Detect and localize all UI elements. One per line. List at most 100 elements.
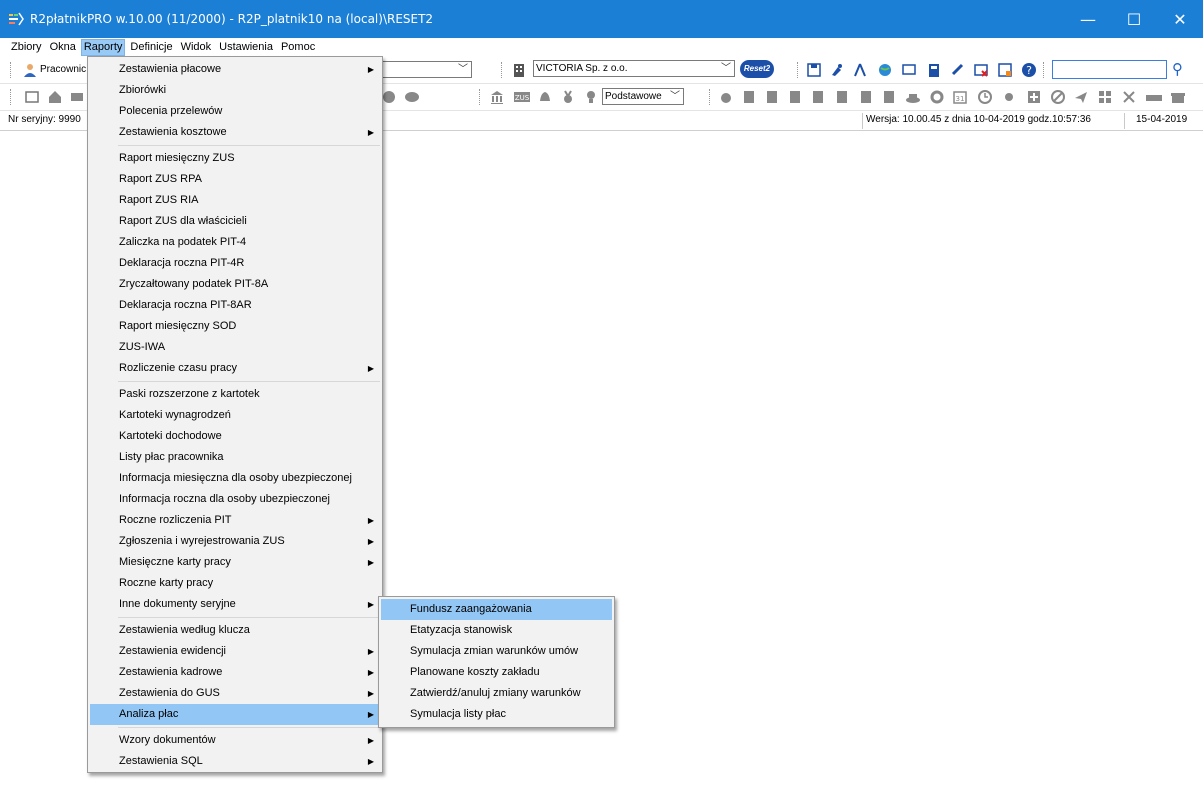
raporty-menu-item[interactable]: Zaliczka na podatek PIT-4 [90, 232, 380, 253]
badge-icon[interactable] [381, 89, 397, 105]
raporty-menu-item[interactable]: Zbiorówki [90, 80, 380, 101]
grid-icon[interactable] [1097, 89, 1113, 105]
raporty-menu-item[interactable]: Polecenia przelewów [90, 101, 380, 122]
help-icon[interactable]: ? [1021, 62, 1037, 78]
raporty-menu-item[interactable]: Zestawienia kadrowe ▶ [90, 662, 380, 683]
analiza-submenu-item[interactable]: Etatyzacja stanowisk [381, 620, 612, 641]
table-icon[interactable] [997, 62, 1013, 78]
analiza-submenu-item[interactable]: Symulacja zmian warunków umów [381, 641, 612, 662]
raporty-menu-item[interactable]: Roczne karty pracy [90, 573, 380, 594]
report-e-icon[interactable] [834, 89, 850, 105]
reset-logo[interactable]: Reset2 [740, 60, 774, 78]
compass-icon[interactable] [852, 62, 868, 78]
raporty-menu-item[interactable]: Informacja roczna dla osoby ubezpieczone… [90, 489, 380, 510]
toolbar-grip-3[interactable] [797, 62, 800, 78]
gift-icon[interactable] [1170, 89, 1186, 105]
home-icon[interactable] [47, 89, 63, 105]
sun-icon[interactable] [1001, 89, 1017, 105]
analiza-submenu-item[interactable]: Planowane koszty zakładu [381, 662, 612, 683]
raporty-menu-item[interactable]: Roczne rozliczenia PIT ▶ [90, 510, 380, 531]
connect-icon[interactable] [950, 62, 966, 78]
maximize-button[interactable]: ☐ [1111, 0, 1157, 38]
raporty-menu-item[interactable]: Zryczałtowany podatek PIT-8A [90, 274, 380, 295]
forbidden-icon[interactable] [1050, 89, 1066, 105]
raporty-menu-item[interactable]: Raport ZUS RIA [90, 190, 380, 211]
tools-icon[interactable] [829, 62, 845, 78]
raporty-menu-item[interactable]: Inne dokumenty seryjne ▶ [90, 594, 380, 615]
raporty-menu-item[interactable]: Zestawienia SQL ▶ [90, 751, 380, 772]
raporty-menu-item[interactable]: Raport miesięczny SOD [90, 316, 380, 337]
analiza-submenu-item[interactable]: Symulacja listy płac [381, 704, 612, 725]
report-d-icon[interactable] [810, 89, 826, 105]
message-icon[interactable] [901, 62, 917, 78]
scissors-icon[interactable] [1121, 89, 1137, 105]
employee-label[interactable]: Pracownic [40, 64, 86, 75]
plane-icon[interactable] [1073, 89, 1089, 105]
save-icon[interactable] [806, 62, 822, 78]
bank-icon[interactable] [489, 89, 505, 105]
raporty-menu-item[interactable]: Deklaracja roczna PIT-8AR [90, 295, 380, 316]
delete-window-icon[interactable] [973, 62, 989, 78]
close-button[interactable]: ✕ [1157, 0, 1203, 38]
menu-widok[interactable]: Widok [178, 39, 215, 56]
menu-pomoc[interactable]: Pomoc [278, 39, 318, 56]
raporty-menu-item[interactable]: Zestawienia według klucza [90, 620, 380, 641]
profile-combo[interactable]: Podstawowe ﹀ [602, 88, 684, 105]
menu-ustawienia[interactable]: Ustawienia [216, 39, 276, 56]
menu-zbiory[interactable]: Zbiory [8, 39, 45, 56]
toolbar-grip-2[interactable] [501, 62, 504, 78]
raporty-menu-item[interactable]: Zestawienia płacowe ▶ [90, 59, 380, 80]
calendar-icon[interactable]: 31 [952, 89, 968, 105]
calculator-icon[interactable] [926, 62, 942, 78]
analiza-submenu-item[interactable]: Fundusz zaangażowania [381, 599, 612, 620]
card-icon[interactable] [24, 89, 40, 105]
minimize-button[interactable]: — [1065, 0, 1111, 38]
coin-icon[interactable] [404, 89, 420, 105]
toolbar-grip-4[interactable] [1043, 62, 1046, 78]
raporty-menu-item[interactable]: Kartoteki wynagrodzeń [90, 405, 380, 426]
alarm-icon[interactable] [718, 89, 734, 105]
raporty-menu-item[interactable]: ZUS-IWA [90, 337, 380, 358]
car-icon[interactable] [1145, 89, 1162, 105]
raporty-menu-item[interactable]: Zestawienia kosztowe ▶ [90, 122, 380, 143]
report-f-icon[interactable] [858, 89, 874, 105]
raporty-menu-item[interactable]: Wzory dokumentów ▶ [90, 730, 380, 751]
raporty-menu-item[interactable]: Deklaracja roczna PIT-4R [90, 253, 380, 274]
raporty-menu-item[interactable]: Zestawienia ewidencji ▶ [90, 641, 380, 662]
toolbar-grip[interactable] [10, 62, 13, 78]
menu-definicje[interactable]: Definicje [127, 39, 175, 56]
globe-icon[interactable] [877, 62, 893, 78]
bell-icon[interactable] [537, 89, 553, 105]
search-icon[interactable]: ⚲ [1172, 60, 1188, 78]
raporty-menu-item[interactable]: Paski rozszerzone z kartotek [90, 384, 380, 405]
hat-icon[interactable] [905, 89, 921, 105]
raporty-menu-item[interactable]: Raport ZUS RPA [90, 169, 380, 190]
cycle-icon[interactable] [929, 89, 945, 105]
raporty-menu-item[interactable]: Informacja miesięczna dla osoby ubezpiec… [90, 468, 380, 489]
menu-raporty[interactable]: Raporty [80, 38, 126, 56]
raporty-menu-item[interactable]: Analiza płac ▶ [90, 704, 380, 725]
clock-icon[interactable] [977, 89, 993, 105]
report-b-icon[interactable] [764, 89, 780, 105]
bulb-icon[interactable] [583, 89, 599, 105]
raporty-menu-item[interactable]: Zestawienia do GUS ▶ [90, 683, 380, 704]
employee-combo[interactable]: ﹀ [380, 61, 472, 78]
search-input[interactable] [1052, 60, 1167, 79]
plus-box-icon[interactable] [1026, 89, 1042, 105]
raporty-menu-item[interactable]: Raport ZUS dla właścicieli [90, 211, 380, 232]
toolbar-grip-3[interactable] [709, 89, 712, 105]
medal-icon[interactable] [560, 89, 576, 105]
toolbar-grip[interactable] [10, 89, 13, 105]
raporty-menu-item[interactable]: Miesięczne karty pracy ▶ [90, 552, 380, 573]
report-a-icon[interactable] [741, 89, 757, 105]
menu-okna[interactable]: Okna [47, 39, 79, 56]
toolbar-grip-2[interactable] [479, 89, 482, 105]
zus-icon[interactable]: ZUS [513, 89, 530, 105]
report-c-icon[interactable] [787, 89, 803, 105]
id-icon[interactable] [69, 89, 85, 105]
analiza-submenu-item[interactable]: Zatwierdź/anuluj zmiany warunków [381, 683, 612, 704]
company-combo[interactable]: VICTORIA Sp. z o.o. ﹀ [533, 60, 735, 77]
report-g-icon[interactable] [881, 89, 897, 105]
raporty-menu-item[interactable]: Rozliczenie czasu pracy ▶ [90, 358, 380, 379]
raporty-menu-item[interactable]: Kartoteki dochodowe [90, 426, 380, 447]
